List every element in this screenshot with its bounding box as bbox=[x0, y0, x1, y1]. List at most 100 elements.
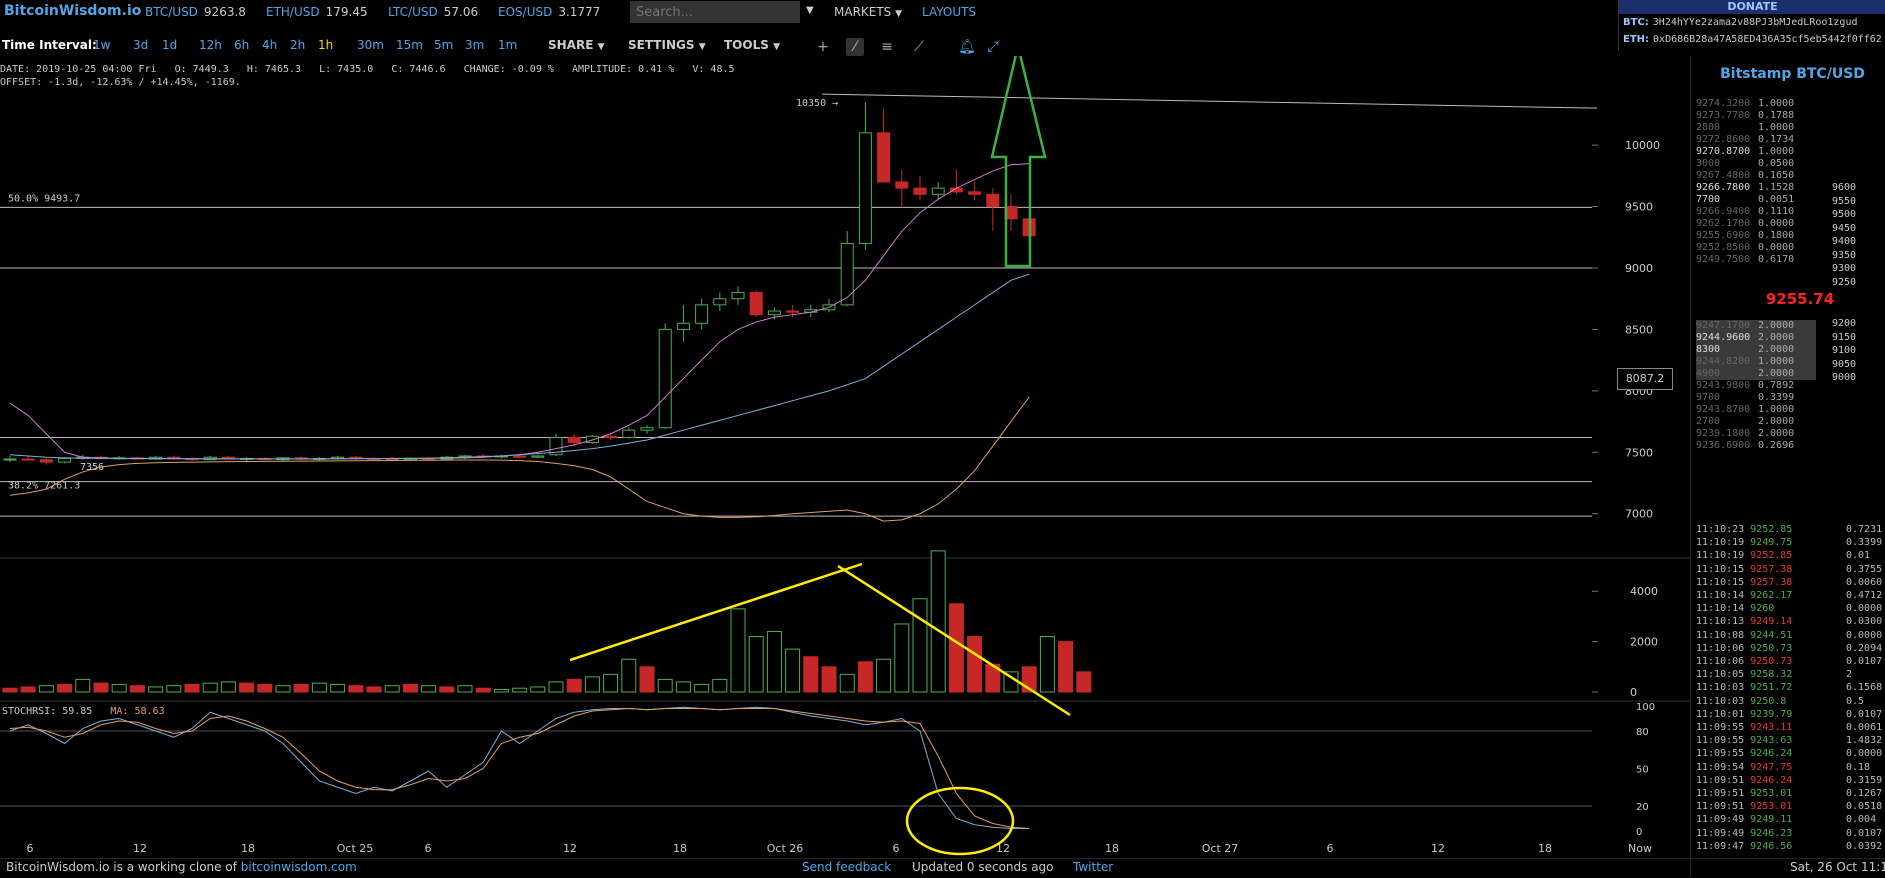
volume-bar bbox=[639, 666, 655, 693]
interval-2h[interactable]: 2h bbox=[290, 38, 305, 52]
settings-menu[interactable]: SETTINGS ▼ bbox=[628, 38, 706, 52]
footer-timestamp: Sat, 26 Oct 11:10: bbox=[1790, 860, 1885, 874]
search-dropdown-icon[interactable]: ▼ bbox=[806, 5, 814, 16]
feedback-link[interactable]: Send feedback bbox=[802, 860, 891, 874]
volume-bar bbox=[675, 681, 691, 693]
volume-bar bbox=[657, 678, 673, 693]
ticker-eos[interactable]: EOS/USD 3.1777 bbox=[498, 5, 600, 19]
bid-price: 9244.9600 bbox=[1696, 332, 1751, 343]
ask-scale: 9600 bbox=[1832, 182, 1857, 193]
fib-tool-icon[interactable]: ≡ bbox=[878, 38, 896, 56]
x-tick-label: Oct 25 bbox=[337, 842, 374, 855]
ask-amount: 1.0000 bbox=[1758, 146, 1795, 157]
volume-bar bbox=[166, 685, 182, 693]
layouts-link[interactable]: LAYOUTS bbox=[922, 5, 976, 19]
candle bbox=[58, 457, 72, 463]
search-input[interactable] bbox=[630, 1, 800, 23]
volume-bar bbox=[421, 685, 437, 693]
interval-30m[interactable]: 30m bbox=[357, 38, 384, 52]
bell-icon[interactable]: 🔔︎ bbox=[958, 38, 976, 56]
trade-time: 11:10:15 bbox=[1696, 563, 1745, 575]
bid-amount: 2.0000 bbox=[1758, 368, 1795, 379]
ask-amount: 0.0051 bbox=[1758, 194, 1795, 205]
share-label: SHARE bbox=[548, 38, 594, 52]
trade-qty: 6.1568 bbox=[1846, 682, 1883, 694]
stoch-tick-label: 80 bbox=[1636, 727, 1649, 738]
candle bbox=[21, 458, 35, 461]
interval-4h[interactable]: 4h bbox=[262, 38, 277, 52]
trade-price: 9262.17 bbox=[1750, 590, 1793, 601]
volume-bar bbox=[785, 648, 801, 693]
site-logo[interactable]: BitcoinWisdom.io bbox=[4, 3, 141, 19]
bid-price: 9239.1800 bbox=[1696, 428, 1751, 439]
trade-qty: 0.18 bbox=[1846, 761, 1871, 773]
x-tick-label: 18 bbox=[241, 842, 255, 855]
ask-price: 3000 bbox=[1696, 158, 1721, 169]
volume-bar bbox=[912, 598, 928, 693]
twitter-link[interactable]: Twitter bbox=[1073, 860, 1113, 874]
interval-12h[interactable]: 12h bbox=[199, 38, 222, 52]
stoch-tick-label: 100 bbox=[1636, 702, 1655, 713]
fullscreen-icon[interactable]: ⤢ bbox=[984, 38, 1002, 56]
trade-qty: 0.01 bbox=[1846, 550, 1871, 562]
candle bbox=[895, 181, 909, 189]
interval-3d[interactable]: 3d bbox=[133, 38, 148, 52]
trade-time: 11:10:03 bbox=[1696, 682, 1745, 694]
line-tool-icon[interactable]: ⁄ bbox=[846, 38, 864, 56]
bid-scale: 9000 bbox=[1832, 372, 1857, 383]
volume-bar bbox=[857, 661, 873, 693]
clone-link[interactable]: bitcoinwisdom.com bbox=[241, 860, 357, 874]
candle bbox=[567, 437, 581, 443]
y-tick-label: 8500 bbox=[1625, 323, 1653, 336]
y-tick-label: 9500 bbox=[1625, 201, 1653, 214]
ask-scale: 9400 bbox=[1832, 236, 1857, 247]
interval-1h[interactable]: 1h bbox=[318, 38, 333, 52]
volume-bar bbox=[876, 658, 892, 693]
trade-time: 11:10:19 bbox=[1696, 537, 1745, 549]
candle bbox=[39, 459, 53, 463]
trade-time: 11:10:03 bbox=[1696, 695, 1745, 707]
fan-tool-icon[interactable]: ⟋ bbox=[910, 38, 928, 56]
markets-menu[interactable]: MARKETS ▼ bbox=[834, 5, 902, 19]
ticker-eth[interactable]: ETH/USD 179.45 bbox=[266, 5, 368, 19]
trade-row: 11:10:03 9251.72 6.1568 bbox=[1696, 682, 1882, 694]
volume-tick-label: 4000 bbox=[1630, 585, 1658, 598]
interval-15m[interactable]: 15m bbox=[396, 38, 423, 52]
volume-bar bbox=[512, 687, 528, 693]
interval-1d[interactable]: 1d bbox=[162, 38, 177, 52]
candle bbox=[513, 455, 527, 458]
exchange-title[interactable]: Bitstamp BTC/USD bbox=[1700, 66, 1885, 82]
price-chart[interactable]: 10000 9500 9000 8500 80 0 0 7500 7000 10350 → 50.0… bbox=[0, 56, 1690, 858]
trade-qty: 0.5 bbox=[1846, 695, 1865, 707]
interval-1m[interactable]: 1m bbox=[498, 38, 517, 52]
candle bbox=[676, 322, 690, 330]
ticker-btc[interactable]: BTC/USD 9263.8 bbox=[145, 5, 246, 19]
bid-amount: 1.0000 bbox=[1758, 404, 1795, 415]
interval-5m[interactable]: 5m bbox=[434, 38, 453, 52]
volume-bar bbox=[730, 608, 746, 693]
trade-row: 11:10:19 9252.85 0.01 bbox=[1696, 550, 1870, 561]
trade-time: 11:09:55 bbox=[1696, 722, 1745, 733]
trade-time: 11:09:49 bbox=[1696, 827, 1745, 839]
trade-row: 11:09:51 9253.01 0.1267 bbox=[1696, 788, 1882, 799]
bid-price: 9236.6900 bbox=[1696, 440, 1751, 451]
interval-3m[interactable]: 3m bbox=[465, 38, 484, 52]
candle bbox=[695, 304, 709, 324]
trade-time: 11:10:14 bbox=[1696, 603, 1745, 615]
stochrsi-label: STOCHRSI: 59.85 MA: 58.63 bbox=[2, 706, 165, 717]
interval-6h[interactable]: 6h bbox=[234, 38, 249, 52]
chevron-down-icon: ▼ bbox=[597, 42, 605, 52]
low-label: 7356 bbox=[80, 462, 104, 473]
crosshair-icon[interactable]: + bbox=[814, 38, 832, 56]
interval-1w[interactable]: 1w bbox=[93, 38, 110, 52]
tools-menu[interactable]: TOOLS ▼ bbox=[724, 38, 780, 52]
volume-bar bbox=[712, 678, 728, 693]
ask-amount: 0.1734 bbox=[1758, 134, 1795, 145]
ticker-ltc[interactable]: LTC/USD 57.06 bbox=[388, 5, 478, 19]
ask-amount: 1.0000 bbox=[1758, 122, 1795, 133]
chevron-down-icon: ▼ bbox=[773, 42, 780, 52]
btc-address[interactable]: BTC: 3H24hYYe2zama2v88PJ3bMJedLRoo1zgud bbox=[1623, 17, 1857, 28]
x-tick-label: 18 bbox=[1538, 842, 1552, 855]
trade-time: 11:09:51 bbox=[1696, 788, 1745, 799]
share-menu[interactable]: SHARE ▼ bbox=[548, 38, 605, 52]
